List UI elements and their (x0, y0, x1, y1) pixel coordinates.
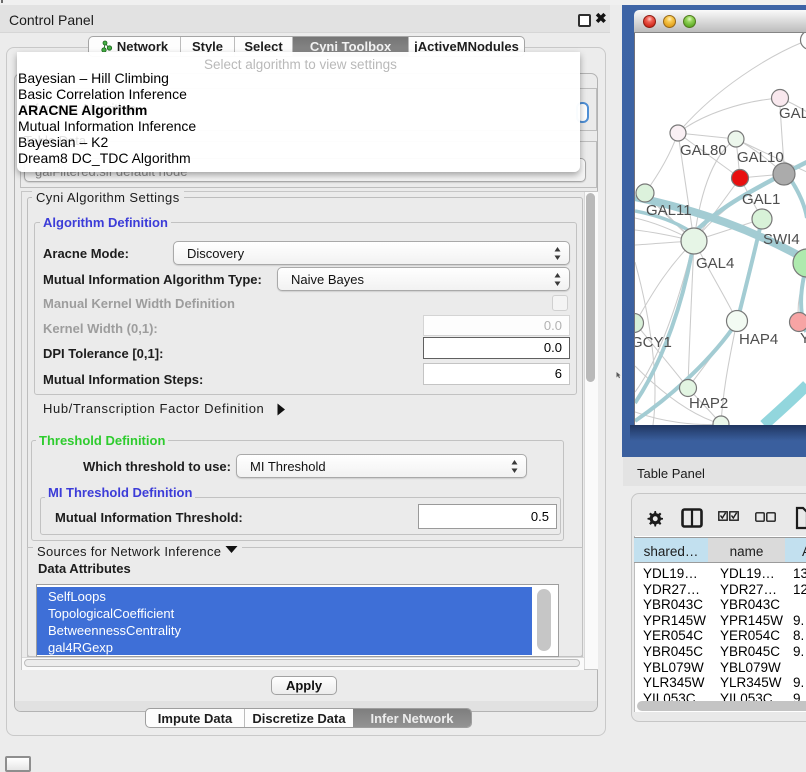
svg-text:GAL1: GAL1 (742, 191, 780, 208)
svg-text:GAL7: GAL7 (779, 105, 806, 122)
svg-text:HAP4: HAP4 (739, 331, 778, 348)
svg-text:Y: Y (800, 330, 806, 347)
svg-text:HAP2: HAP2 (689, 395, 728, 412)
svg-text:GAL80: GAL80 (680, 142, 727, 159)
svg-text:GAL4: GAL4 (696, 255, 734, 272)
svg-text:GAL10: GAL10 (737, 149, 784, 166)
svg-text:SWI4: SWI4 (763, 231, 800, 248)
svg-text:GAL11: GAL11 (646, 202, 692, 219)
svg-text:GCY1: GCY1 (635, 334, 672, 351)
